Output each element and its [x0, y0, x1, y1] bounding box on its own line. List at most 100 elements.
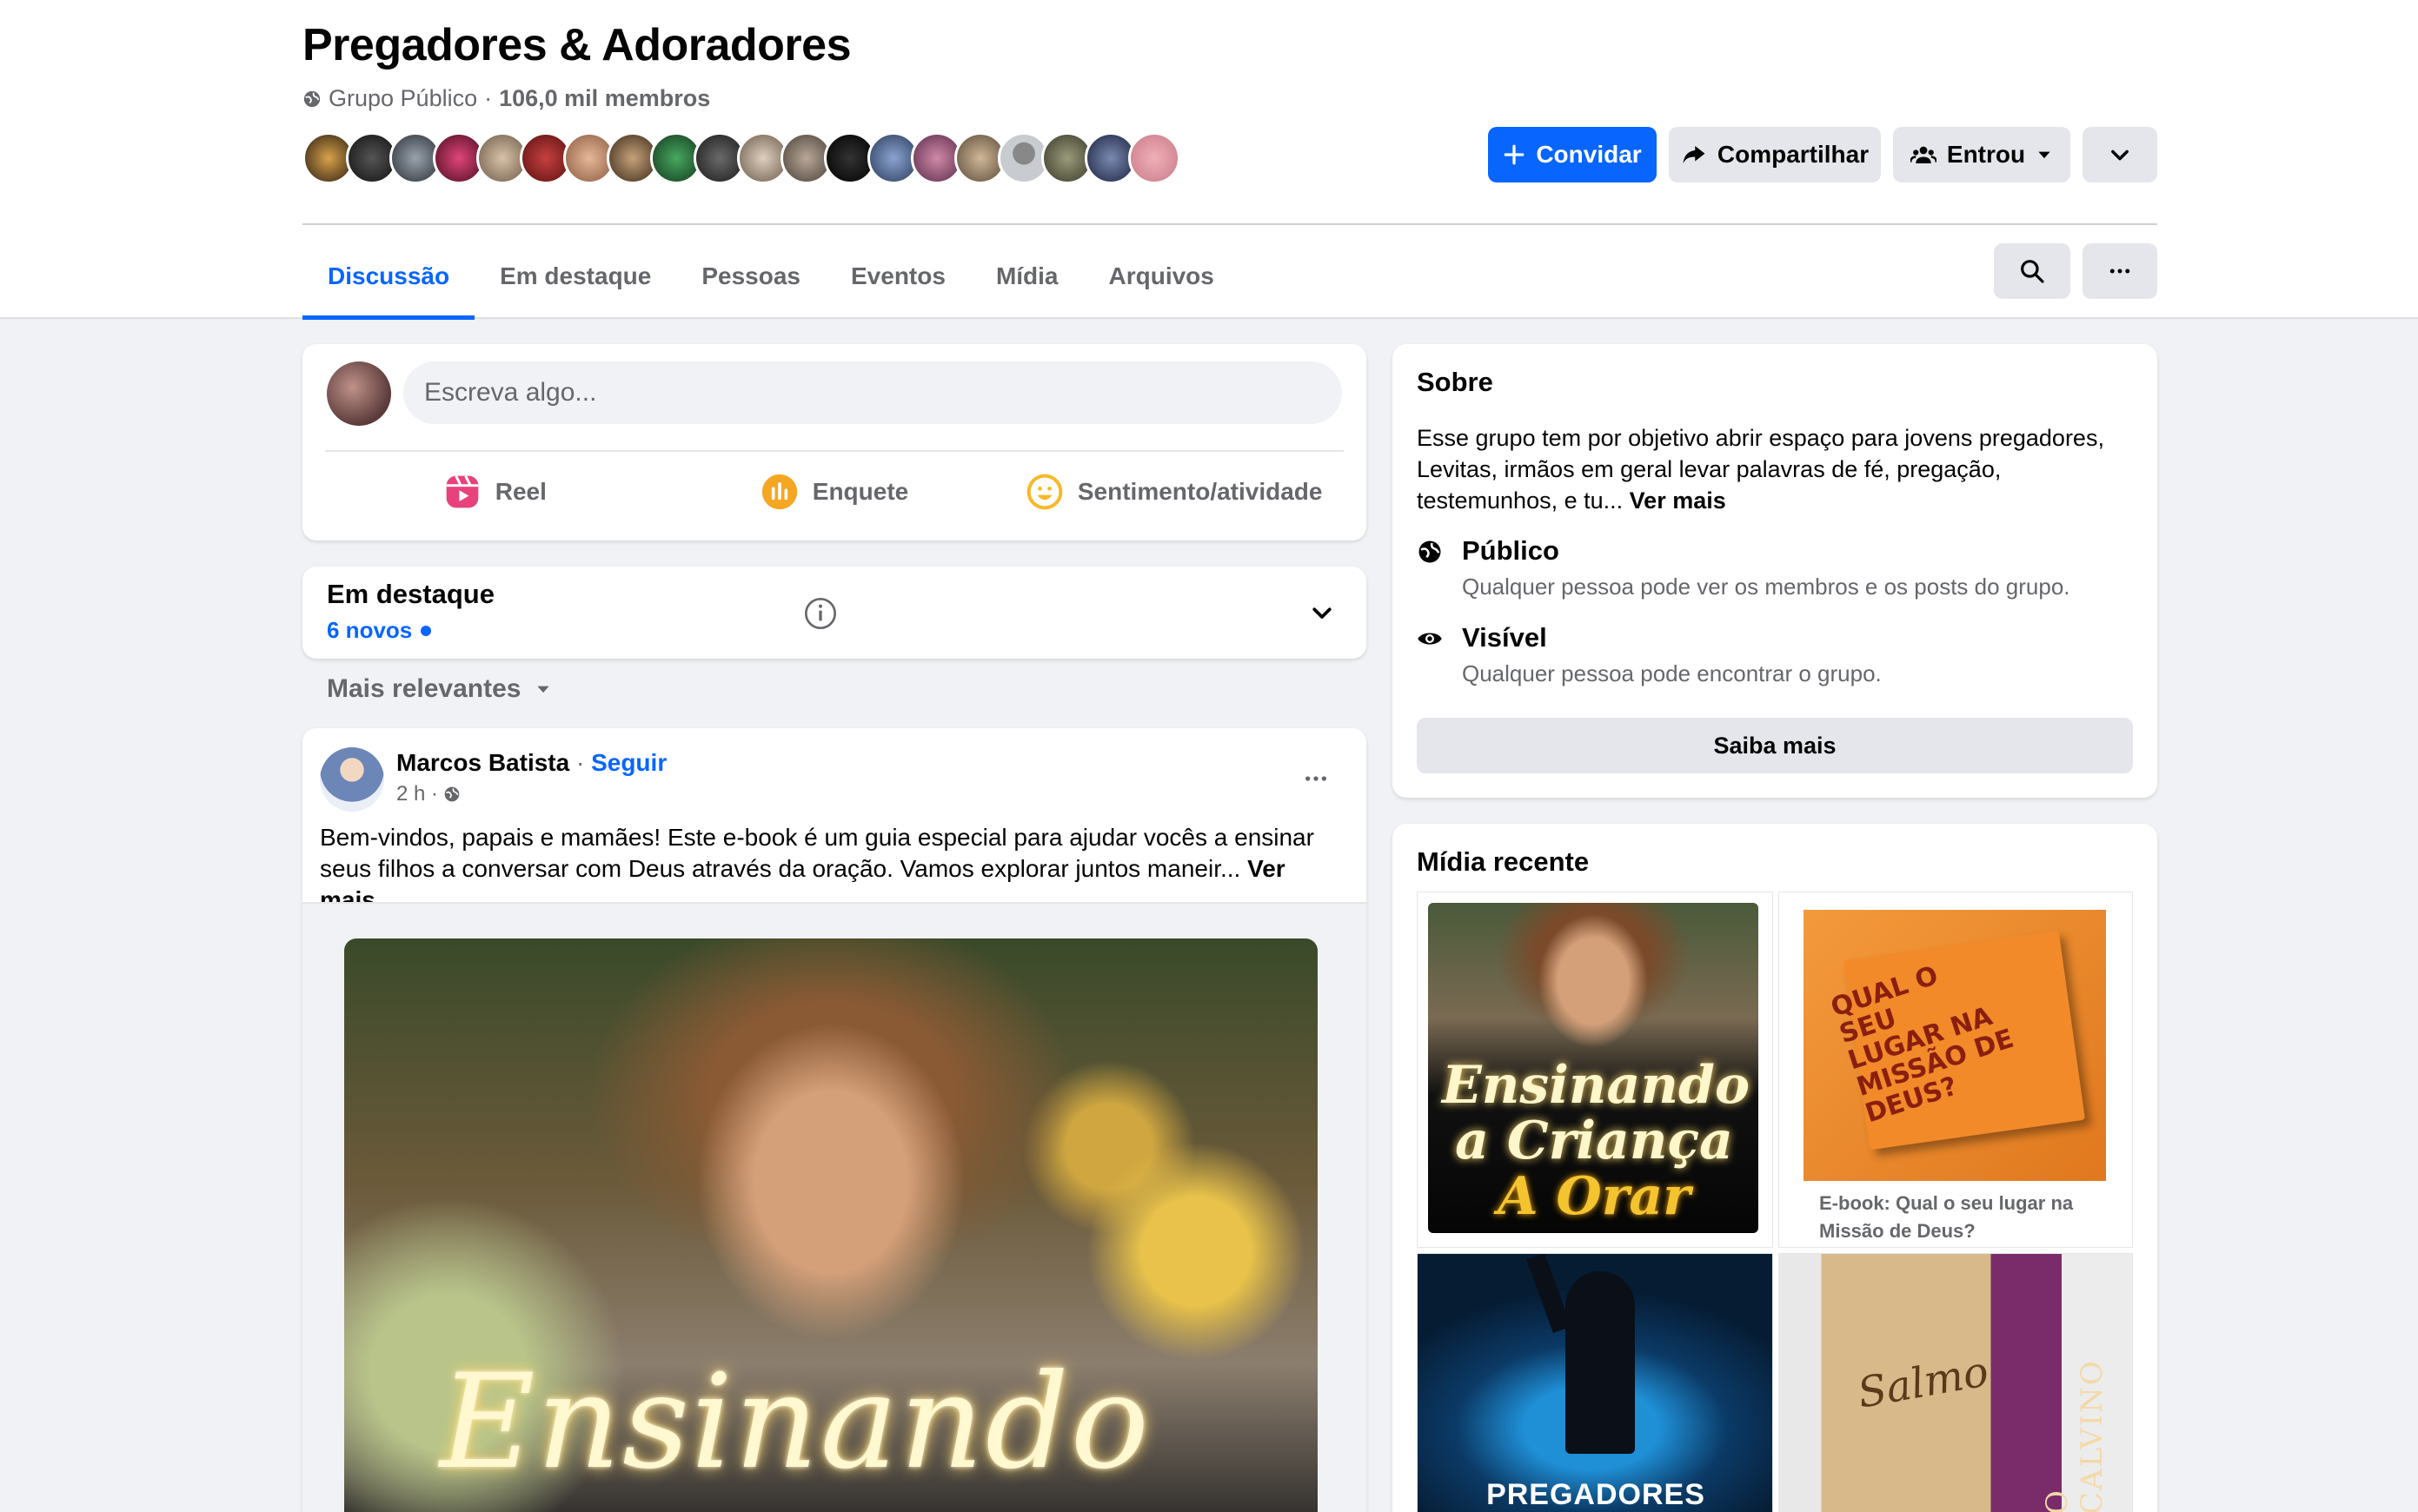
composer-actions: Reel Enquete Sentimento/atividade	[325, 459, 1344, 525]
tab-discussao[interactable]: Discussão	[302, 235, 475, 320]
globe-icon	[444, 786, 460, 802]
visible-title: Visível	[1462, 622, 1547, 653]
book-spine-text: O CALVINO	[2040, 1359, 2109, 1512]
joined-button[interactable]: Entrou	[1893, 127, 2070, 182]
group-header: Pregadores & Adoradores Grupo Público · …	[0, 0, 2418, 320]
more-dots-icon	[2109, 269, 2130, 274]
members-icon	[1910, 146, 1936, 163]
sort-dropdown[interactable]: Mais relevantes	[327, 674, 552, 704]
featured-title: Em destaque	[327, 579, 495, 609]
composer-divider	[325, 450, 1344, 452]
about-card: Sobre Esse grupo tem por objetivo abrir …	[1392, 344, 2157, 798]
tile1-line2: a Criança	[1455, 1111, 1733, 1171]
poll-icon	[761, 474, 797, 510]
info-icon[interactable]	[803, 596, 838, 631]
group-title[interactable]: Pregadores & Adoradores	[302, 19, 851, 71]
post-image[interactable]: Ensinando	[344, 938, 1318, 1512]
chevron-down-icon[interactable]	[1309, 600, 1335, 626]
post-timestamp[interactable]: 2 h ·	[396, 782, 461, 806]
eye-icon	[1418, 633, 1442, 645]
media-tile[interactable]: Ensinando a Criança A Orar	[1417, 892, 1773, 1248]
search-icon	[2021, 260, 2044, 283]
media-image-text: PREGADORES	[1486, 1478, 1705, 1511]
member-avatars[interactable]	[302, 132, 1180, 184]
globe-icon	[1418, 540, 1441, 563]
public-title: Público	[1462, 535, 1559, 566]
meta-separator: ·	[484, 85, 493, 111]
preacher-silhouette	[1565, 1271, 1635, 1454]
caret-down-icon	[537, 686, 550, 693]
feeling-activity-button[interactable]: Sentimento/atividade	[1004, 459, 1344, 525]
recent-media-card: Mídia recente Ensinando a Criança A Orar…	[1392, 824, 2157, 1512]
member-count[interactable]: 106,0 mil membros	[499, 85, 710, 112]
featured-new-count: 6 novos	[327, 617, 432, 644]
feed-post: Marcos Batista · Seguir 2 h · Bem-vindos…	[302, 728, 1366, 1512]
post-header: Marcos Batista · Seguir	[396, 749, 667, 777]
post-time: 2 h ·	[396, 782, 439, 806]
caret-down-icon	[2038, 151, 2050, 159]
tab-em-destaque[interactable]: Em destaque	[475, 235, 676, 318]
visible-description: Qualquer pessoa pode encontrar o grupo.	[1462, 660, 1882, 686]
header-divider	[302, 223, 2157, 225]
reel-button[interactable]: Reel	[325, 459, 665, 525]
post-options-button[interactable]	[1292, 754, 1340, 803]
invite-button[interactable]: Convidar	[1488, 127, 1657, 182]
sort-label: Mais relevantes	[327, 674, 521, 703]
post-author[interactable]: Marcos Batista	[396, 749, 569, 776]
media-tile[interactable]: PREGADORES	[1417, 1253, 1773, 1512]
globe-icon	[303, 90, 321, 107]
post-image-text: Ensinando	[440, 1347, 1152, 1498]
write-something-input[interactable]: Escreva algo...	[403, 361, 1342, 424]
share-label: Compartilhar	[1717, 141, 1870, 168]
group-meta: Grupo Público · 106,0 mil membros	[302, 85, 710, 112]
post-body: Bem-vindos, papais e mamães! Este e-book…	[320, 824, 1314, 882]
tile1-line1: Ensinando	[1442, 1055, 1750, 1116]
reel-icon	[446, 475, 479, 508]
tab-midia[interactable]: Mídia	[971, 235, 1084, 318]
new-count-label: 6 novos	[327, 617, 413, 643]
more-dots-icon	[1305, 776, 1326, 781]
unread-dot-icon	[421, 625, 432, 636]
avatar[interactable]	[327, 361, 391, 426]
reel-label: Reel	[495, 478, 547, 505]
media-caption: E-book: Qual o seu lugar na Missão de De…	[1819, 1192, 2074, 1242]
public-info: Público Qualquer pessoa pode ver os memb…	[1417, 535, 2070, 600]
joined-label: Entrou	[1946, 141, 2026, 168]
share-button[interactable]: Compartilhar	[1669, 127, 1881, 182]
about-text: Esse grupo tem por objetivo abrir espaço…	[1417, 425, 2104, 514]
media-tile[interactable]: QUAL O SEU LUGAR NA MISSÃO DE DEUS? E-bo…	[1778, 892, 2133, 1248]
poll-button[interactable]: Enquete	[665, 459, 1005, 525]
expand-options-button[interactable]	[2083, 127, 2157, 182]
learn-more-button[interactable]: Saiba mais	[1417, 718, 2133, 773]
post-composer: Escreva algo... Reel Enquete Sentimento/…	[302, 344, 1366, 540]
feeling-label: Sentimento/atividade	[1077, 478, 1323, 505]
tab-arquivos[interactable]: Arquivos	[1084, 235, 1239, 318]
about-description: Esse grupo tem por objetivo abrir espaço…	[1417, 422, 2138, 516]
about-see-more-link[interactable]: Ver mais	[1630, 487, 1726, 514]
about-title: Sobre	[1417, 367, 1493, 397]
smiley-icon	[1026, 474, 1063, 510]
post-media[interactable]: Ensinando	[302, 902, 1366, 1512]
media-tile[interactable]: Salmo O CALVINO	[1778, 1253, 2133, 1512]
featured-section[interactable]: Em destaque 6 novos	[302, 567, 1366, 659]
tab-pessoas[interactable]: Pessoas	[676, 235, 826, 318]
visible-info: Visível Qualquer pessoa pode encontrar o…	[1417, 622, 1882, 687]
chevron-down-icon	[2111, 149, 2129, 161]
public-description: Qualquer pessoa pode ver os membros e os…	[1462, 574, 2070, 600]
author-separator: ·	[575, 749, 585, 776]
recent-media-title: Mídia recente	[1417, 846, 1590, 877]
tile1-line3: A Orar	[1498, 1166, 1691, 1227]
group-privacy[interactable]: Grupo Público	[329, 85, 477, 112]
avatar[interactable]	[320, 747, 384, 812]
invite-label: Convidar	[1536, 141, 1642, 168]
follow-link[interactable]: Seguir	[591, 749, 667, 776]
share-icon	[1683, 146, 1705, 163]
plus-icon	[1504, 144, 1525, 165]
avatar[interactable]	[1128, 132, 1180, 184]
media-image-text: Ensinando a Criança A Orar	[1442, 1055, 1750, 1227]
tab-eventos[interactable]: Eventos	[826, 235, 971, 318]
group-tabs: Discussão Em destaque Pessoas Eventos Mí…	[302, 235, 1239, 320]
poll-label: Enquete	[812, 478, 909, 505]
group-search-button[interactable]	[1994, 243, 2070, 299]
group-more-button[interactable]	[2083, 243, 2157, 299]
